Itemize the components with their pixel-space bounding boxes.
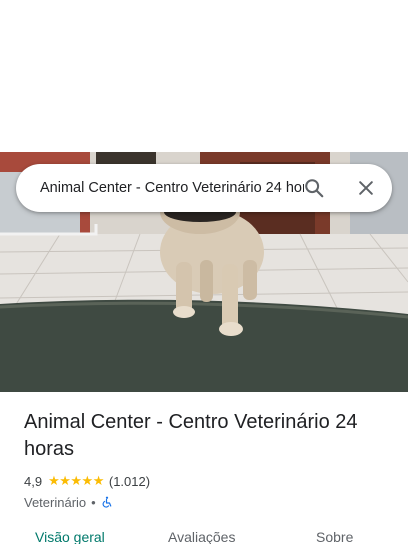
tab-about[interactable]: Sobre [316, 529, 353, 544]
review-count[interactable]: (1.012) [109, 474, 150, 489]
close-icon [359, 181, 373, 195]
search-icon [305, 179, 324, 198]
rating-row[interactable]: 4,9 ★ ★ ★ ★ ★ (1.012) [24, 472, 150, 490]
search-button[interactable] [298, 172, 330, 204]
tab-reviews[interactable]: Avaliações [168, 529, 235, 544]
place-title: Animal Center - Centro Veterinário 24 ho… [24, 411, 358, 460]
place-tabs: Visão geral Avaliações Sobre [0, 529, 408, 544]
map-area-blank [0, 0, 408, 152]
star-rating: ★ ★ ★ ★ ★ [48, 474, 104, 488]
separator-dot: • [91, 494, 96, 510]
place-category: Veterinário [24, 494, 87, 510]
star-icon: ★ [92, 473, 105, 488]
wheelchair-icon [102, 496, 112, 508]
place-info-panel: Animal Center - Centro Veterinário 24 ho… [0, 392, 408, 544]
star-icon: ★ [59, 473, 71, 488]
star-icon: ★ [48, 473, 60, 488]
star-icon: ★ [81, 473, 94, 488]
tab-overview[interactable]: Visão geral [35, 529, 105, 544]
close-button[interactable] [350, 172, 382, 204]
star-icon: ★ [70, 473, 82, 488]
search-bar[interactable]: Animal Center - Centro Veterinário 24 ho… [16, 164, 392, 212]
rating-value: 4,9 [24, 473, 43, 489]
search-input[interactable]: Animal Center - Centro Veterinário 24 ho… [40, 164, 304, 212]
category-row: Veterinário • [24, 493, 113, 511]
